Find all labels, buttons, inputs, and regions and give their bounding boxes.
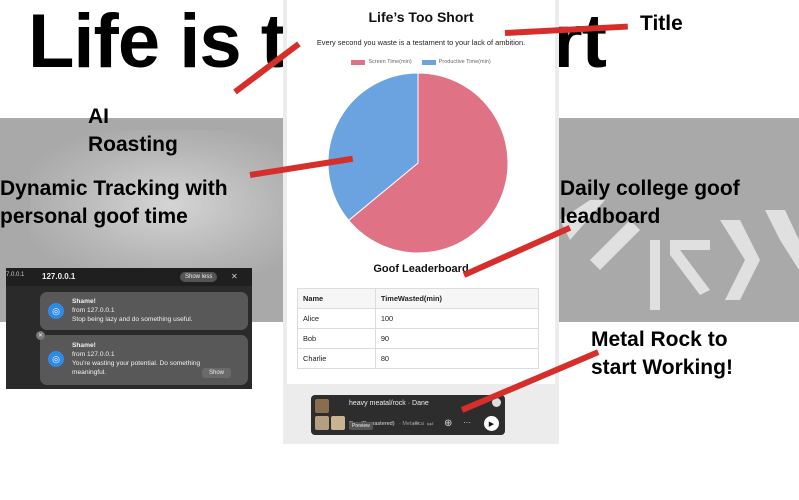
annotation-line: start Working! <box>591 356 733 379</box>
cell-name: Bob <box>297 328 376 349</box>
show-button[interactable]: Show <box>202 368 232 378</box>
playlist-name[interactable]: heavy meatal/rock · Dane <box>349 400 429 407</box>
legend-label: Productive Time(min) <box>438 59 491 65</box>
safari-compass-icon: ◎ <box>48 303 64 319</box>
annotation-title: Title <box>640 12 683 35</box>
notification-source: from 127.0.0.1 <box>72 351 115 358</box>
album-artwork <box>315 416 329 430</box>
annotation-line: Dynamic Tracking with <box>0 177 228 200</box>
preview-badge: Preview <box>349 422 373 430</box>
leaderboard-table: Name TimeWasted(min) Alice 100 Bob 90 Ch… <box>297 288 540 369</box>
web-page: Life’s Too Short Every second you waste … <box>287 0 555 384</box>
dismiss-icon[interactable]: ✕ <box>36 331 45 340</box>
time-pie-chart <box>327 72 509 254</box>
annotation-line: leadboard <box>560 205 661 228</box>
notification-card[interactable]: ◎ Shame! from 127.0.0.1 Stop being lazy … <box>40 292 248 330</box>
notification-card[interactable]: ✕ ◎ Shame! from 127.0.0.1 You're wasting… <box>36 331 248 385</box>
notification-title: Shame! <box>72 342 96 349</box>
column-header-time: TimeWasted(min) <box>374 288 540 309</box>
table-row: Alice 100 <box>297 308 540 329</box>
column-header-name: Name <box>297 288 376 309</box>
annotation-line: Metal Rock to <box>591 328 728 351</box>
notification-source: from 127.0.0.1 <box>72 307 115 314</box>
next-icon[interactable]: ⏭ <box>427 421 433 429</box>
notification-title: Shame! <box>72 298 96 305</box>
legend-swatch <box>351 59 366 65</box>
chart-legend: Screen Time(min) Productive Time(min) <box>287 59 555 65</box>
add-icon[interactable]: ⊕ <box>444 418 452 429</box>
table-row: Charlie 80 <box>297 348 540 369</box>
page-title: Life’s Too Short <box>368 9 474 25</box>
host-bar-left: 7.0.0.1 <box>6 272 25 278</box>
legend-swatch <box>421 59 436 65</box>
previous-icon[interactable]: ⏮ <box>413 421 419 429</box>
legend-item-productive-time[interactable]: Productive Time(min) <box>421 59 491 65</box>
more-icon[interactable]: ··· <box>463 418 471 427</box>
notification-screenshot: 7.0.0.1 127.0.0.1 Show less ✕ ◎ Shame! f… <box>6 268 252 389</box>
annotation-line: AI <box>88 105 109 128</box>
legend-item-screen-time[interactable]: Screen Time(min) <box>351 59 412 65</box>
annotation-leaderboard: Daily college goof leadboard <box>560 175 740 231</box>
host-address: 127.0.0.1 <box>42 272 76 281</box>
roast-message: Every second you waste is a testament to… <box>316 38 526 47</box>
legend-label: Screen Time(min) <box>368 59 412 65</box>
cell-time: 100 <box>374 308 540 329</box>
annotation-line: Roasting <box>88 133 178 156</box>
cell-time: 80 <box>374 348 540 369</box>
annotation-metal-rock: Metal Rock to start Working! <box>591 326 733 382</box>
cell-time: 90 <box>374 328 540 349</box>
safari-compass-icon: ◎ <box>48 351 64 367</box>
notification-body: You're wasting your potential. Do someth… <box>72 360 201 376</box>
show-less-button[interactable]: Show less <box>180 272 218 282</box>
annotation-line: Daily college goof <box>560 177 740 200</box>
play-button[interactable]: ▶ <box>484 416 499 431</box>
annotation-line: personal goof time <box>0 205 188 228</box>
close-icon[interactable]: ✕ <box>231 272 238 281</box>
cell-name: Charlie <box>297 348 376 369</box>
annotation-dynamic-tracking: Dynamic Tracking with personal goof time <box>0 175 228 231</box>
table-row: Bob 90 <box>297 328 540 349</box>
leaderboard-title: Goof Leaderboard <box>373 263 469 275</box>
playlist-artwork <box>315 399 329 413</box>
annotation-ai-roasting: AI Roasting <box>88 103 178 159</box>
cell-name: Alice <box>297 308 376 329</box>
album-artwork <box>331 416 345 430</box>
notification-body: Stop being lazy and do something useful. <box>72 316 193 323</box>
table-header-row: Name TimeWasted(min) <box>297 288 540 309</box>
